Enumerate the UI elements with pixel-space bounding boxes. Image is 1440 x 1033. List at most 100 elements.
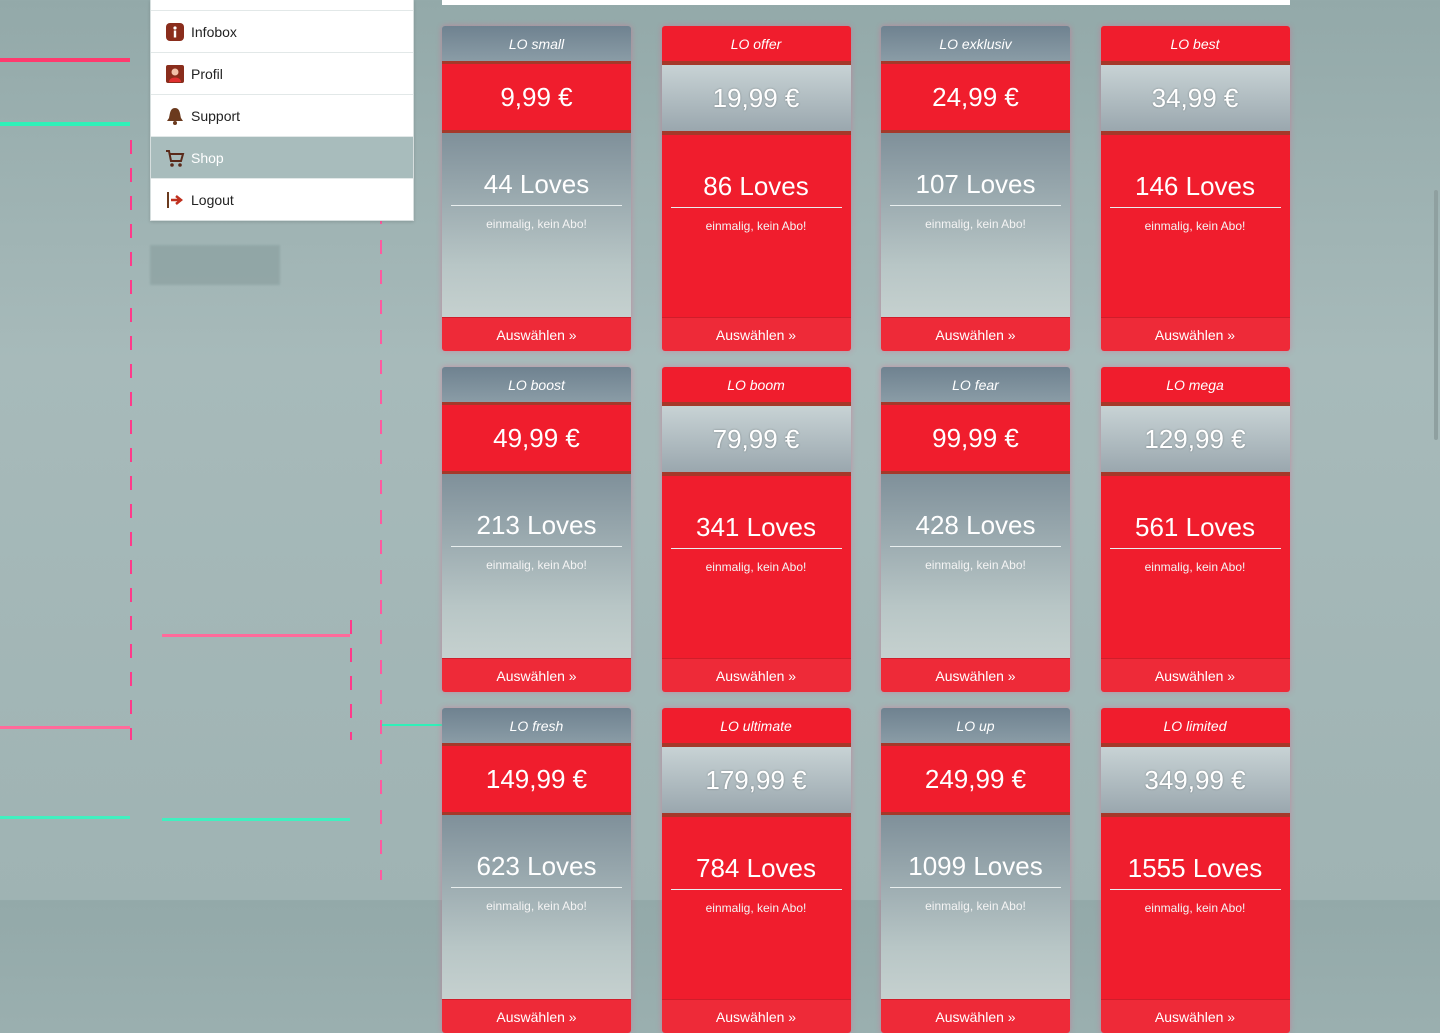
card-loves: 623 Loves: [451, 845, 622, 888]
card-note: einmalig, kein Abo!: [486, 217, 587, 231]
scrollbar[interactable]: [1432, 0, 1440, 900]
glitch-strip: [0, 58, 130, 62]
card-body: 146 Loves einmalig, kein Abo!: [1100, 131, 1290, 325]
card-price: 9,99 €: [442, 61, 631, 133]
menu-item-label: Shop: [191, 149, 224, 166]
card-body: 213 Loves einmalig, kein Abo!: [442, 474, 631, 664]
select-button[interactable]: Auswählen »: [1100, 658, 1290, 692]
card-loves: 146 Loves: [1109, 165, 1281, 208]
select-button[interactable]: Auswählen »: [442, 658, 631, 692]
card-name: LO offer: [661, 26, 851, 65]
shop-card[interactable]: LO boost 49,99 € 213 Loves einmalig, kein A…: [442, 367, 631, 692]
card-note: einmalig, kein Abo!: [486, 899, 587, 913]
card-name: LO small: [442, 26, 631, 61]
card-price: 349,99 €: [1100, 747, 1290, 813]
select-button[interactable]: Auswählen »: [1100, 317, 1290, 351]
card-body: 1099 Loves einmalig, kein Abo!: [881, 815, 1070, 1005]
shop-card[interactable]: LO ultimate 179,99 € 784 Loves einmalig, ke…: [661, 708, 851, 1033]
card-loves: 1099 Loves: [890, 845, 1061, 888]
glitch-strip: [0, 122, 130, 126]
card-price: 249,99 €: [881, 743, 1070, 815]
menu-item-infobox[interactable]: Infobox: [151, 11, 413, 53]
card-name: LO up: [881, 708, 1070, 743]
menu-item-logout[interactable]: Logout: [151, 179, 413, 220]
card-loves: 86 Loves: [670, 165, 842, 208]
card-body: 561 Loves einmalig, kein Abo!: [1100, 472, 1290, 666]
card-price: 79,99 €: [661, 406, 851, 472]
menu-item-profil[interactable]: Profil: [151, 53, 413, 95]
shop-card[interactable]: LO fear 99,99 € 428 Loves einmalig, kein Ab…: [881, 367, 1070, 692]
content-top-bar: [442, 0, 1290, 5]
menu-item-label: Support: [191, 107, 241, 124]
card-name: LO boost: [442, 367, 631, 402]
shop-card[interactable]: LO boom 79,99 € 341 Loves einmalig, kein Ab…: [661, 367, 851, 692]
shop-card[interactable]: LO offer 19,99 € 86 Loves einmalig, kein Ab…: [661, 26, 851, 351]
card-loves: 784 Loves: [670, 847, 842, 890]
menu-item-shop[interactable]: Shop: [151, 137, 413, 179]
card-loves: 1555 Loves: [1109, 847, 1281, 890]
card-note: einmalig, kein Abo!: [1144, 219, 1246, 233]
card-loves: 213 Loves: [451, 504, 622, 547]
shop-card[interactable]: LO limited 349,99 € 1555 Loves einmalig, ke…: [1100, 708, 1290, 1033]
shop-card[interactable]: LO mega 129,99 € 561 Loves einmalig, kein A…: [1100, 367, 1290, 692]
card-note: einmalig, kein Abo!: [925, 558, 1026, 572]
logout-icon: [165, 190, 185, 210]
select-button[interactable]: Auswählen »: [661, 658, 851, 692]
scrollbar-thumb[interactable]: [1434, 190, 1438, 440]
card-note: einmalig, kein Abo!: [1144, 901, 1246, 915]
card-note: einmalig, kein Abo!: [925, 899, 1026, 913]
sidebar-menu: Infobox Profil Support Shop Logout: [150, 0, 414, 221]
card-body: 341 Loves einmalig, kein Abo!: [661, 472, 851, 666]
card-price: 34,99 €: [1100, 65, 1290, 131]
menu-item-label: Infobox: [191, 23, 237, 40]
select-button[interactable]: Auswählen »: [881, 999, 1070, 1033]
select-button[interactable]: Auswählen »: [442, 999, 631, 1033]
bell-icon: [165, 106, 185, 126]
card-price: 19,99 €: [661, 65, 851, 131]
glitch-strip: [0, 816, 130, 819]
card-note: einmalig, kein Abo!: [1144, 560, 1246, 574]
select-button[interactable]: Auswählen »: [881, 658, 1070, 692]
select-button[interactable]: Auswählen »: [881, 317, 1070, 351]
glitch-line: [130, 140, 132, 740]
card-loves: 428 Loves: [890, 504, 1061, 547]
shop-card[interactable]: LO up 249,99 € 1099 Loves einmalig, kein Ab…: [881, 708, 1070, 1033]
card-name: LO fear: [881, 367, 1070, 402]
select-button[interactable]: Auswählen »: [661, 317, 851, 351]
shop-card[interactable]: LO fresh 149,99 € 623 Loves einmalig, kein …: [442, 708, 631, 1033]
menu-item-support[interactable]: Support: [151, 95, 413, 137]
card-name: LO mega: [1100, 367, 1290, 406]
card-price: 149,99 €: [442, 743, 631, 815]
select-button[interactable]: Auswählen »: [1100, 999, 1290, 1033]
menu-item-label: Profil: [191, 65, 223, 82]
card-note: einmalig, kein Abo!: [705, 560, 807, 574]
menu-item-label: Logout: [191, 191, 234, 208]
profile-icon: [165, 64, 185, 84]
card-body: 107 Loves einmalig, kein Abo!: [881, 133, 1070, 323]
cart-icon: [165, 148, 185, 168]
info-icon: [165, 22, 185, 42]
glitch-strip: [162, 634, 350, 637]
card-body: 86 Loves einmalig, kein Abo!: [661, 131, 851, 325]
card-body: 623 Loves einmalig, kein Abo!: [442, 815, 631, 1005]
card-body: 1555 Loves einmalig, kein Abo!: [1100, 813, 1290, 1007]
card-price: 179,99 €: [661, 747, 851, 813]
shop-card[interactable]: LO best 34,99 € 146 Loves einmalig, kein Ab…: [1100, 26, 1290, 351]
card-name: LO limited: [1100, 708, 1290, 747]
card-loves: 107 Loves: [890, 163, 1061, 206]
glitch-strip: [162, 818, 350, 821]
card-note: einmalig, kein Abo!: [705, 901, 807, 915]
card-name: LO ultimate: [661, 708, 851, 747]
menu-top-edge: [151, 0, 413, 11]
card-price: 99,99 €: [881, 402, 1070, 474]
select-button[interactable]: Auswählen »: [442, 317, 631, 351]
select-button[interactable]: Auswählen »: [661, 999, 851, 1033]
shop-card[interactable]: LO small 9,99 € 44 Loves einmalig, kein Abo…: [442, 26, 631, 351]
card-body: 784 Loves einmalig, kein Abo!: [661, 813, 851, 1007]
glitch-line: [350, 620, 352, 740]
card-price: 49,99 €: [442, 402, 631, 474]
card-price: 129,99 €: [1100, 406, 1290, 472]
card-price: 24,99 €: [881, 61, 1070, 133]
shop-card[interactable]: LO exklusiv 24,99 € 107 Loves einmalig, kei…: [881, 26, 1070, 351]
card-name: LO exklusiv: [881, 26, 1070, 61]
